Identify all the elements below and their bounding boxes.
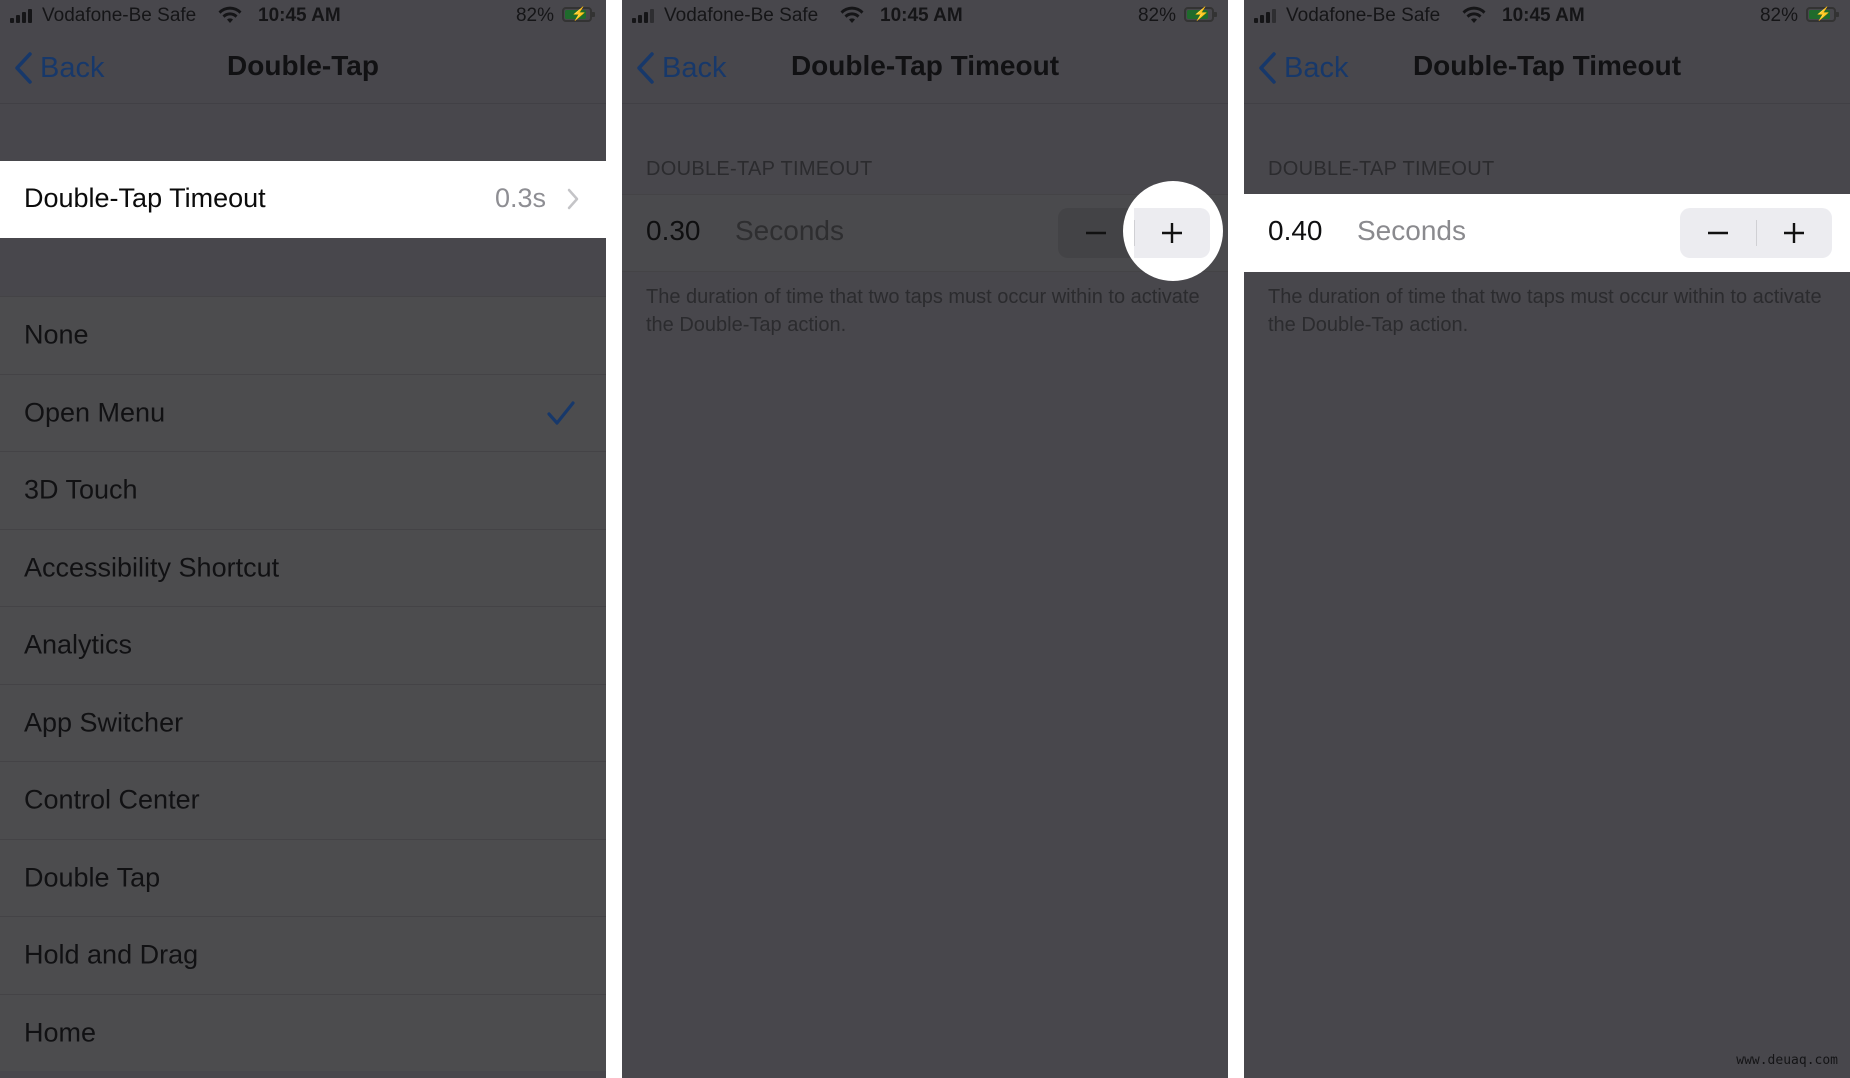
- wifi-icon: [218, 6, 242, 23]
- footer-description: The duration of time that two taps must …: [1268, 286, 1822, 336]
- list-item-label: None: [24, 319, 89, 350]
- minus-icon: [1708, 231, 1728, 235]
- checkmark-icon: [547, 401, 575, 425]
- timeout-value: 0.40: [1268, 215, 1323, 246]
- page-title: Double-Tap Timeout: [790, 50, 1060, 81]
- double-tap-timeout-screen-before: Vodafone-Be Safe 10:45 AM 82% ⚡ Back Dou…: [622, 0, 1228, 1078]
- list-item-label: Accessibility Shortcut: [24, 552, 280, 583]
- list-item-label: 3D Touch: [24, 474, 138, 505]
- status-bar: Vodafone-Be Safe 10:45 AM 82% ⚡: [1244, 0, 1850, 34]
- timeout-stepper-row: 0.30 Seconds: [622, 181, 1228, 281]
- page-title: Double-Tap: [227, 50, 379, 81]
- double-tap-timeout-screen-after: Vodafone-Be Safe 10:45 AM 82% ⚡ Back Dou…: [1244, 0, 1850, 1078]
- chevron-right-icon: [567, 188, 579, 210]
- navigation-bar: Back Double-Tap: [0, 34, 606, 104]
- list-item-label: Control Center: [24, 784, 200, 815]
- signal-icon: [632, 9, 658, 23]
- list-item[interactable]: 3D Touch: [0, 451, 606, 529]
- increment-button[interactable]: [1756, 208, 1832, 258]
- footer-description: The duration of time that two taps must …: [646, 286, 1200, 336]
- navigation-bar: Back Double-Tap Timeout: [1244, 34, 1850, 104]
- section-header: DOUBLE-TAP TIMEOUT: [646, 158, 873, 180]
- battery-icon: ⚡: [1806, 6, 1839, 22]
- timeout-unit: Seconds: [1357, 215, 1466, 246]
- section-header: DOUBLE-TAP TIMEOUT: [1268, 158, 1495, 180]
- list-item-label: Hold and Drag: [24, 939, 199, 970]
- list-item[interactable]: Double Tap: [0, 838, 606, 917]
- double-tap-timeout-row[interactable]: Double-Tap Timeout 0.3s: [0, 161, 606, 238]
- list-item-label: Home: [24, 1017, 97, 1048]
- page-title: Double-Tap Timeout: [1412, 50, 1682, 81]
- double-tap-screen: Vodafone-Be Safe 10:45 AM 82% ⚡ Back Dou…: [0, 0, 606, 1078]
- plus-icon: [1162, 223, 1182, 243]
- timeout-unit: Seconds: [735, 215, 844, 246]
- timeout-label: Double-Tap Timeout: [24, 183, 266, 213]
- list-item-label: App Switcher: [24, 707, 184, 738]
- wifi-icon: [840, 6, 864, 23]
- list-item[interactable]: Hold and Drag: [0, 916, 606, 994]
- carrier-name: Vodafone-Be Safe: [42, 5, 197, 26]
- watermark: www.deuaq.com: [1736, 1053, 1838, 1068]
- carrier-name: Vodafone-Be Safe: [1286, 5, 1441, 26]
- minus-icon: [1086, 231, 1106, 235]
- status-time: 10:45 AM: [258, 5, 341, 26]
- navigation-bar: Back Double-Tap Timeout: [622, 34, 1228, 104]
- status-bar: Vodafone-Be Safe 10:45 AM 82% ⚡: [622, 0, 1228, 34]
- battery-percent: 82%: [515, 5, 554, 26]
- battery-icon: ⚡: [1184, 6, 1217, 22]
- list-item-label: Double Tap: [24, 862, 161, 893]
- list-item[interactable]: Open Menu: [0, 373, 606, 452]
- timeout-value: 0.3s: [494, 183, 546, 213]
- signal-icon: [10, 9, 36, 23]
- list-item[interactable]: None: [0, 296, 606, 374]
- carrier-name: Vodafone-Be Safe: [664, 5, 819, 26]
- list-item[interactable]: Home: [0, 993, 606, 1072]
- battery-percent: 82%: [1759, 5, 1798, 26]
- list-item[interactable]: Accessibility Shortcut: [0, 528, 606, 607]
- list-item[interactable]: Control Center: [0, 761, 606, 839]
- list-item-label: Analytics: [24, 629, 133, 660]
- status-bar: Vodafone-Be Safe 10:45 AM 82% ⚡: [0, 0, 606, 34]
- battery-percent: 82%: [1137, 5, 1176, 26]
- battery-icon: ⚡: [562, 6, 595, 22]
- action-list: None Open Menu 3D Touch Accessibility Sh…: [0, 296, 606, 1071]
- increment-highlight[interactable]: [1123, 181, 1223, 281]
- list-item[interactable]: App Switcher: [0, 683, 606, 762]
- timeout-stepper: [1680, 208, 1832, 258]
- status-time: 10:45 AM: [880, 5, 963, 26]
- plus-icon: [1784, 223, 1804, 243]
- list-item[interactable]: Analytics: [0, 606, 606, 684]
- status-time: 10:45 AM: [1502, 5, 1585, 26]
- list-item-label: Open Menu: [24, 397, 166, 428]
- timeout-stepper-row: 0.40 Seconds: [1244, 194, 1850, 272]
- decrement-button[interactable]: [1680, 208, 1756, 258]
- timeout-value: 0.30: [646, 215, 701, 246]
- wifi-icon: [1462, 6, 1486, 23]
- signal-icon: [1254, 9, 1280, 23]
